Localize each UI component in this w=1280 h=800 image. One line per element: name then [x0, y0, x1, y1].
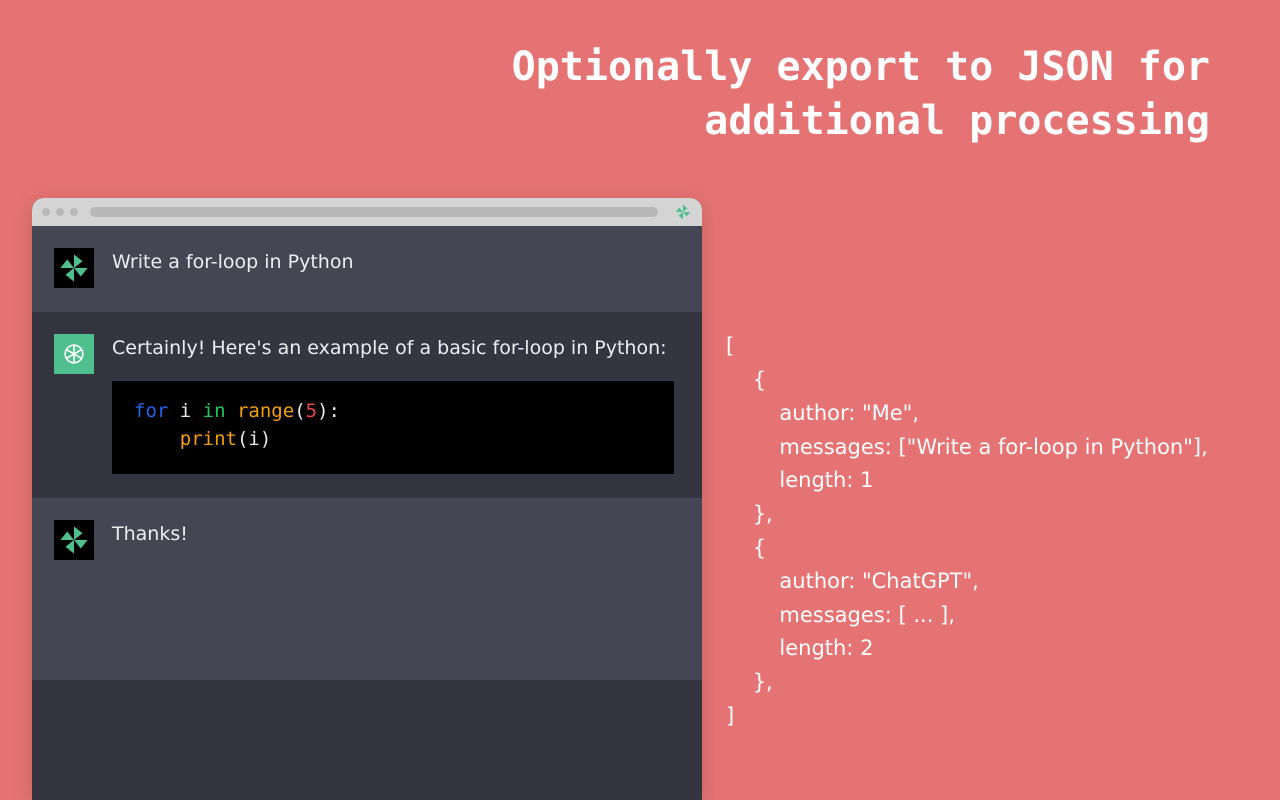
code-token: in	[203, 400, 226, 422]
user-avatar	[54, 248, 94, 288]
extension-pinwheel-icon[interactable]	[674, 203, 692, 221]
code-token: i	[168, 400, 202, 422]
headline: Optionally export to JSON for additional…	[512, 40, 1210, 148]
address-bar[interactable]	[90, 207, 658, 217]
json-export-preview: [ { author: "Me", messages: ["Write a fo…	[726, 330, 1208, 733]
message-text: Write a for-loop in Python	[112, 248, 674, 277]
code-token: 5	[306, 400, 317, 422]
json-line: {	[726, 368, 766, 392]
user-avatar	[54, 520, 94, 560]
code-block: for i in range(5): print(i)	[112, 381, 674, 474]
json-line: length: 1	[726, 468, 873, 492]
assistant-avatar	[54, 334, 94, 374]
code-token: range	[226, 400, 295, 422]
window-dot-close[interactable]	[42, 208, 50, 216]
code-token: ):	[317, 400, 340, 422]
json-line: },	[726, 502, 773, 526]
message-user-1: Write a for-loop in Python	[32, 226, 702, 312]
json-line: author: "Me",	[726, 401, 919, 425]
browser-window: Write a for-loop in Python Certainly! He…	[32, 198, 702, 800]
message-user-2: Thanks!	[32, 498, 702, 680]
json-line: messages: ["Write a for-loop in Python"]…	[726, 435, 1208, 459]
titlebar	[32, 198, 702, 226]
json-line: length: 2	[726, 636, 873, 660]
json-line: {	[726, 536, 766, 560]
json-line: messages: [ ... ],	[726, 603, 955, 627]
code-token: (	[237, 428, 248, 450]
message-body: Certainly! Here's an example of a basic …	[112, 334, 674, 474]
code-token: (	[294, 400, 305, 422]
json-line: ]	[726, 704, 734, 728]
json-line: [	[726, 334, 734, 358]
code-token	[134, 428, 180, 450]
messages: Write a for-loop in Python Certainly! He…	[32, 226, 702, 680]
message-text: Certainly! Here's an example of a basic …	[112, 334, 674, 363]
code-token: for	[134, 400, 168, 422]
message-text: Thanks!	[112, 520, 674, 549]
message-assistant-1: Certainly! Here's an example of a basic …	[32, 312, 702, 498]
code-token: print	[180, 428, 237, 450]
window-dot-zoom[interactable]	[70, 208, 78, 216]
window-dot-minimize[interactable]	[56, 208, 64, 216]
code-token: )	[260, 428, 271, 450]
code-token: i	[248, 428, 259, 450]
json-line: },	[726, 670, 773, 694]
json-line: author: "ChatGPT",	[726, 569, 979, 593]
